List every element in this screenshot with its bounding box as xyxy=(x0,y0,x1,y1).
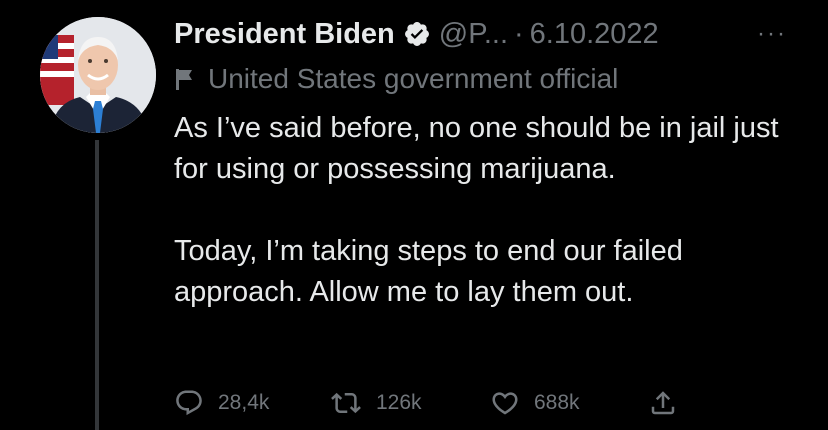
retweet-icon xyxy=(330,388,362,418)
separator-dot: · xyxy=(514,17,524,50)
like-count: 688k xyxy=(534,391,580,414)
retweet-count: 126k xyxy=(376,391,422,414)
flag-icon xyxy=(174,67,196,91)
tweet-text: As I’ve said before, no one should be in… xyxy=(174,108,804,313)
user-handle[interactable]: @P... xyxy=(439,18,508,51)
tweet[interactable]: President Biden @P... · 6.10.2022 ··· Un… xyxy=(0,0,828,430)
verified-badge-icon xyxy=(403,20,431,48)
reply-icon xyxy=(174,388,204,418)
retweet-button[interactable]: 126k xyxy=(330,383,422,423)
share-icon xyxy=(648,388,678,418)
reply-button[interactable]: 28,4k xyxy=(174,383,269,423)
display-name[interactable]: President Biden xyxy=(174,18,395,51)
like-button[interactable]: 688k xyxy=(490,383,580,423)
account-label: United States government official xyxy=(174,60,618,98)
thread-line xyxy=(95,140,99,430)
account-label-text: United States government official xyxy=(208,63,619,94)
share-button[interactable] xyxy=(648,383,678,423)
tweet-date[interactable]: 6.10.2022 xyxy=(530,18,659,51)
avatar[interactable] xyxy=(40,17,156,133)
tweet-paragraph: As I’ve said before, no one should be in… xyxy=(174,112,779,185)
tweet-header: President Biden @P... · 6.10.2022 xyxy=(174,14,814,54)
tweet-paragraph: Today, I’m taking steps to end our faile… xyxy=(174,235,683,308)
reply-count: 28,4k xyxy=(218,391,270,414)
heart-icon xyxy=(490,388,520,418)
avatar-photo xyxy=(40,17,156,133)
action-bar: 28,4k 126k 688k xyxy=(174,383,694,423)
more-icon[interactable]: ··· xyxy=(752,16,792,52)
